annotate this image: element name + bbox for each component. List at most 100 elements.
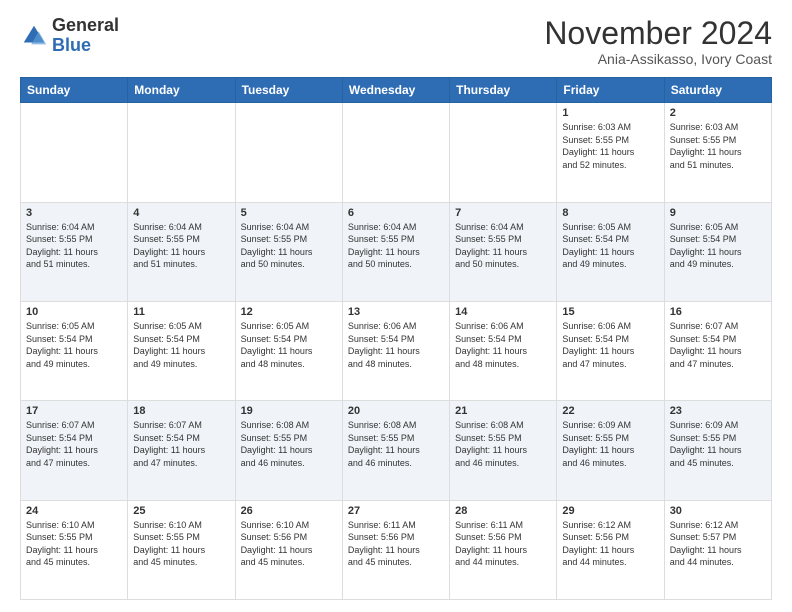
day-number: 18 <box>133 405 229 417</box>
calendar-cell: 9 Sunrise: 6:05 AM Sunset: 5:54 PM Daylig… <box>664 202 771 301</box>
day-number: 12 <box>241 306 337 318</box>
day-info: Sunrise: 6:06 AM Sunset: 5:54 PM Dayligh… <box>562 320 658 370</box>
calendar: SundayMondayTuesdayWednesdayThursdayFrid… <box>20 77 772 600</box>
day-info: Sunrise: 6:11 AM Sunset: 5:56 PM Dayligh… <box>455 519 551 569</box>
calendar-cell <box>235 103 342 202</box>
day-info: Sunrise: 6:03 AM Sunset: 5:55 PM Dayligh… <box>562 121 658 171</box>
calendar-cell: 21 Sunrise: 6:08 AM Sunset: 5:55 PM Dayli… <box>450 401 557 500</box>
day-number: 30 <box>670 505 766 517</box>
calendar-cell: 6 Sunrise: 6:04 AM Sunset: 5:55 PM Daylig… <box>342 202 449 301</box>
calendar-cell <box>342 103 449 202</box>
calendar-cell: 25Sunrise: 6:10 AM Sunset: 5:55 PM Dayli… <box>128 500 235 599</box>
month-title: November 2024 <box>544 16 772 51</box>
calendar-header-row: SundayMondayTuesdayWednesdayThursdayFrid… <box>21 78 772 103</box>
day-number: 24 <box>26 505 122 517</box>
location: Ania-Assikasso, Ivory Coast <box>544 51 772 67</box>
calendar-cell: 18 Sunrise: 6:07 AM Sunset: 5:54 PM Dayli… <box>128 401 235 500</box>
calendar-cell: 27 Sunrise: 6:11 AM Sunset: 5:56 PM Dayli… <box>342 500 449 599</box>
day-info: Sunrise: 6:03 AM Sunset: 5:55 PM Dayligh… <box>670 121 766 171</box>
calendar-day-header: Saturday <box>664 78 771 103</box>
calendar-cell <box>21 103 128 202</box>
day-info: Sunrise: 6:05 AM Sunset: 5:54 PM Dayligh… <box>562 221 658 271</box>
logo-text: General Blue <box>52 16 119 56</box>
header: General Blue November 2024 Ania-Assikass… <box>20 16 772 67</box>
calendar-cell: 28 Sunrise: 6:11 AM Sunset: 5:56 PM Dayli… <box>450 500 557 599</box>
day-info: Sunrise: 6:08 AM Sunset: 5:55 PM Dayligh… <box>241 419 337 469</box>
day-info: Sunrise: 6:08 AM Sunset: 5:55 PM Dayligh… <box>348 419 444 469</box>
calendar-day-header: Wednesday <box>342 78 449 103</box>
calendar-cell: 22 Sunrise: 6:09 AM Sunset: 5:55 PM Dayli… <box>557 401 664 500</box>
day-info: Sunrise: 6:10 AM Sunset: 5:55 PM Dayligh… <box>26 519 122 569</box>
calendar-cell <box>450 103 557 202</box>
day-number: 20 <box>348 405 444 417</box>
day-info: Sunrise: 6:12 AM Sunset: 5:56 PM Dayligh… <box>562 519 658 569</box>
day-number: 21 <box>455 405 551 417</box>
day-number: 8 <box>562 207 658 219</box>
day-info: Sunrise: 6:07 AM Sunset: 5:54 PM Dayligh… <box>133 419 229 469</box>
day-number: 6 <box>348 207 444 219</box>
day-info: Sunrise: 6:07 AM Sunset: 5:54 PM Dayligh… <box>670 320 766 370</box>
day-number: 2 <box>670 107 766 119</box>
day-info: Sunrise: 6:11 AM Sunset: 5:56 PM Dayligh… <box>348 519 444 569</box>
calendar-week-row: 1 Sunrise: 6:03 AM Sunset: 5:55 PM Daylig… <box>21 103 772 202</box>
calendar-day-header: Friday <box>557 78 664 103</box>
calendar-cell: 10Sunrise: 6:05 AM Sunset: 5:54 PM Dayli… <box>21 301 128 400</box>
day-number: 10 <box>26 306 122 318</box>
day-number: 22 <box>562 405 658 417</box>
day-info: Sunrise: 6:09 AM Sunset: 5:55 PM Dayligh… <box>562 419 658 469</box>
day-number: 13 <box>348 306 444 318</box>
logo: General Blue <box>20 16 119 56</box>
day-info: Sunrise: 6:10 AM Sunset: 5:56 PM Dayligh… <box>241 519 337 569</box>
calendar-day-header: Thursday <box>450 78 557 103</box>
logo-icon <box>20 22 48 50</box>
title-section: November 2024 Ania-Assikasso, Ivory Coas… <box>544 16 772 67</box>
calendar-cell: 30Sunrise: 6:12 AM Sunset: 5:57 PM Dayli… <box>664 500 771 599</box>
logo-blue-label: Blue <box>52 36 119 56</box>
page: General Blue November 2024 Ania-Assikass… <box>0 0 792 612</box>
day-number: 15 <box>562 306 658 318</box>
day-number: 9 <box>670 207 766 219</box>
day-info: Sunrise: 6:07 AM Sunset: 5:54 PM Dayligh… <box>26 419 122 469</box>
day-number: 26 <box>241 505 337 517</box>
calendar-cell: 16 Sunrise: 6:07 AM Sunset: 5:54 PM Dayli… <box>664 301 771 400</box>
day-number: 25 <box>133 505 229 517</box>
day-info: Sunrise: 6:05 AM Sunset: 5:54 PM Dayligh… <box>670 221 766 271</box>
day-number: 17 <box>26 405 122 417</box>
calendar-day-header: Tuesday <box>235 78 342 103</box>
calendar-day-header: Sunday <box>21 78 128 103</box>
calendar-cell: 3 Sunrise: 6:04 AM Sunset: 5:55 PM Daylig… <box>21 202 128 301</box>
day-number: 29 <box>562 505 658 517</box>
calendar-cell: 29 Sunrise: 6:12 AM Sunset: 5:56 PM Dayli… <box>557 500 664 599</box>
day-number: 3 <box>26 207 122 219</box>
day-number: 5 <box>241 207 337 219</box>
day-info: Sunrise: 6:04 AM Sunset: 5:55 PM Dayligh… <box>26 221 122 271</box>
calendar-cell: 2 Sunrise: 6:03 AM Sunset: 5:55 PM Daylig… <box>664 103 771 202</box>
day-number: 1 <box>562 107 658 119</box>
calendar-week-row: 24 Sunrise: 6:10 AM Sunset: 5:55 PM Dayli… <box>21 500 772 599</box>
day-number: 7 <box>455 207 551 219</box>
day-number: 28 <box>455 505 551 517</box>
day-number: 23 <box>670 405 766 417</box>
day-number: 16 <box>670 306 766 318</box>
calendar-cell: 1 Sunrise: 6:03 AM Sunset: 5:55 PM Daylig… <box>557 103 664 202</box>
calendar-week-row: 10 Sunrise: 6:05 AM Sunset: 5:54 PM Dayli… <box>21 301 772 400</box>
day-info: Sunrise: 6:06 AM Sunset: 5:54 PM Dayligh… <box>455 320 551 370</box>
calendar-cell: 11Sunrise: 6:05 AM Sunset: 5:54 PM Dayli… <box>128 301 235 400</box>
day-info: Sunrise: 6:08 AM Sunset: 5:55 PM Dayligh… <box>455 419 551 469</box>
day-number: 27 <box>348 505 444 517</box>
day-info: Sunrise: 6:04 AM Sunset: 5:55 PM Dayligh… <box>348 221 444 271</box>
calendar-day-header: Monday <box>128 78 235 103</box>
calendar-cell: 7 Sunrise: 6:04 AM Sunset: 5:55 PM Daylig… <box>450 202 557 301</box>
day-number: 11 <box>133 306 229 318</box>
calendar-cell: 12 Sunrise: 6:05 AM Sunset: 5:54 PM Dayli… <box>235 301 342 400</box>
logo-general-label: General <box>52 16 119 36</box>
day-number: 14 <box>455 306 551 318</box>
day-number: 19 <box>241 405 337 417</box>
day-info: Sunrise: 6:05 AM Sunset: 5:54 PM Dayligh… <box>241 320 337 370</box>
day-info: Sunrise: 6:04 AM Sunset: 5:55 PM Dayligh… <box>455 221 551 271</box>
day-info: Sunrise: 6:04 AM Sunset: 5:55 PM Dayligh… <box>133 221 229 271</box>
day-number: 4 <box>133 207 229 219</box>
day-info: Sunrise: 6:04 AM Sunset: 5:55 PM Dayligh… <box>241 221 337 271</box>
calendar-cell: 8 Sunrise: 6:05 AM Sunset: 5:54 PM Daylig… <box>557 202 664 301</box>
calendar-cell: 20 Sunrise: 6:08 AM Sunset: 5:55 PM Dayli… <box>342 401 449 500</box>
